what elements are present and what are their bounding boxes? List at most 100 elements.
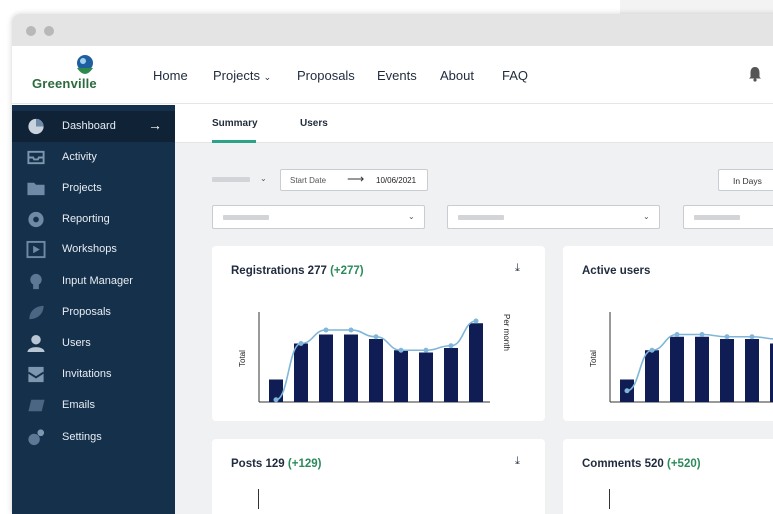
active-users-chart: Total bbox=[589, 312, 773, 403]
placeholder-bar bbox=[694, 215, 740, 220]
trend-point bbox=[724, 334, 730, 340]
sidebar-item-label: Dashboard bbox=[62, 120, 116, 132]
trend-point bbox=[323, 327, 329, 333]
sidebar-item-proposals[interactable]: Proposals bbox=[12, 297, 175, 328]
sidebar-item-label: Input Manager bbox=[62, 275, 133, 287]
card-title: Posts 129 (+129) bbox=[231, 458, 321, 470]
trend-point bbox=[674, 332, 680, 337]
registrations-card: Registrations 277 (+277) ⤓ Total Per mont… bbox=[212, 246, 545, 421]
sidebar-item-input-manager[interactable]: Input Manager bbox=[12, 266, 175, 297]
nav-faq[interactable]: FAQ bbox=[502, 68, 528, 83]
download-icon[interactable]: ⤓ bbox=[515, 262, 520, 275]
nav-home[interactable]: Home bbox=[153, 68, 188, 83]
folder-icon bbox=[27, 182, 45, 196]
nav-events[interactable]: Events bbox=[377, 68, 417, 83]
card-title-text: Registrations 277 bbox=[231, 265, 327, 277]
sidebar-item-users[interactable]: Users bbox=[12, 328, 175, 359]
card-title: Comments 520 (+520) bbox=[582, 458, 701, 470]
gears-icon bbox=[28, 429, 45, 446]
delta-badge: (+129) bbox=[287, 458, 322, 470]
logo-text: Greenville bbox=[32, 76, 97, 91]
date-range-field[interactable]: Start Date ⟶ 10/06/2021 bbox=[280, 169, 428, 191]
chart-bar bbox=[369, 339, 383, 402]
trend-point bbox=[423, 347, 429, 353]
chart-bar bbox=[394, 350, 408, 402]
nav-projects[interactable]: Projects ⌄ bbox=[213, 68, 271, 83]
window-titlebar bbox=[12, 14, 773, 46]
sidebar-item-invitations[interactable]: Invitations bbox=[12, 359, 175, 390]
comments-card: Comments 520 (+520) bbox=[563, 439, 773, 514]
active-users-card: Active users Total bbox=[563, 246, 773, 421]
inbox-icon bbox=[27, 150, 45, 165]
sidebar-item-activity[interactable]: Activity bbox=[12, 142, 175, 173]
nav-about[interactable]: About bbox=[440, 68, 474, 83]
user-icon bbox=[27, 334, 45, 353]
trend-point bbox=[448, 343, 454, 349]
sidebar-item-dashboard[interactable]: Dashboard → bbox=[12, 111, 175, 142]
report-icon bbox=[28, 211, 44, 228]
sidebar-item-label: Projects bbox=[62, 182, 102, 194]
sidebar-item-workshops[interactable]: Workshops bbox=[12, 234, 175, 265]
dashboard-content: Summary Users ⌄ Start Date ⟶ 10/06/2021 … bbox=[175, 105, 773, 514]
top-navigation: Greenville Home Projects ⌄ Proposals Eve… bbox=[12, 46, 773, 104]
start-date-placeholder: Start Date bbox=[290, 176, 327, 185]
filter-select[interactable]: ⌄ bbox=[447, 205, 660, 229]
trend-point bbox=[298, 341, 304, 346]
chart-bar bbox=[469, 323, 483, 402]
chart-bar bbox=[319, 334, 333, 402]
tab-summary[interactable]: Summary bbox=[212, 118, 258, 129]
backdrop bbox=[620, 0, 773, 14]
trend-point bbox=[348, 327, 354, 333]
chart-bar bbox=[670, 336, 684, 402]
card-title: Registrations 277 (+277) bbox=[231, 265, 364, 277]
unit-dropdown[interactable]: In Days bbox=[718, 169, 773, 191]
sidebar-item-label: Users bbox=[62, 337, 91, 349]
video-icon bbox=[26, 240, 46, 259]
chart-bar bbox=[344, 334, 358, 402]
posts-card: Posts 129 (+129) ⤓ bbox=[212, 439, 545, 514]
filter-select[interactable]: ⌄ bbox=[212, 205, 425, 229]
card-title: Active users bbox=[582, 265, 651, 277]
sidebar-item-label: Workshops bbox=[62, 243, 117, 255]
placeholder-bar bbox=[212, 177, 250, 182]
download-icon[interactable]: ⤓ bbox=[515, 455, 520, 468]
email-icon bbox=[28, 399, 45, 412]
sidebar-item-reporting[interactable]: Reporting bbox=[12, 204, 175, 235]
chart-axis bbox=[258, 489, 259, 509]
logo[interactable]: Greenville bbox=[32, 54, 122, 96]
sidebar-item-emails[interactable]: Emails bbox=[12, 390, 175, 421]
logo-icon bbox=[77, 55, 93, 74]
trend-point bbox=[624, 388, 630, 394]
chart-axis bbox=[609, 489, 610, 509]
trend-point bbox=[398, 347, 404, 353]
y-axis-label: Total bbox=[589, 350, 598, 367]
pie-chart-icon bbox=[28, 118, 44, 135]
filter-select[interactable] bbox=[683, 205, 773, 229]
sidebar-item-projects[interactable]: Projects bbox=[12, 173, 175, 204]
sidebar-item-label: Reporting bbox=[62, 213, 110, 225]
chart-bar bbox=[419, 352, 433, 402]
sidebar-item-label: Activity bbox=[62, 151, 97, 163]
bell-icon[interactable] bbox=[748, 66, 762, 82]
tab-bar: Summary Users bbox=[175, 105, 773, 143]
chart-bar bbox=[695, 336, 709, 402]
sidebar-item-label: Proposals bbox=[62, 306, 111, 318]
invitation-icon bbox=[27, 366, 45, 383]
period-dropdown[interactable]: ⌄ bbox=[212, 173, 272, 187]
trend-point bbox=[749, 334, 755, 340]
window-control-dot[interactable] bbox=[26, 26, 36, 36]
sidebar-item-settings[interactable]: Settings bbox=[12, 422, 175, 453]
app-window: Greenville Home Projects ⌄ Proposals Eve… bbox=[12, 14, 773, 514]
sidebar-item-label: Settings bbox=[62, 431, 102, 443]
leaf-icon bbox=[29, 305, 44, 320]
chevron-down-icon: ⌄ bbox=[408, 212, 415, 221]
registrations-chart: Total Per month bbox=[238, 312, 511, 403]
secondary-axis-label: Per month bbox=[502, 314, 511, 351]
card-title-text: Posts 129 bbox=[231, 458, 285, 470]
chevron-down-icon: ⌄ bbox=[260, 174, 267, 183]
trend-point bbox=[273, 397, 279, 403]
nav-proposals[interactable]: Proposals bbox=[297, 68, 355, 83]
window-control-dot[interactable] bbox=[44, 26, 54, 36]
tab-users[interactable]: Users bbox=[300, 118, 328, 129]
delta-badge: (+520) bbox=[667, 458, 701, 470]
